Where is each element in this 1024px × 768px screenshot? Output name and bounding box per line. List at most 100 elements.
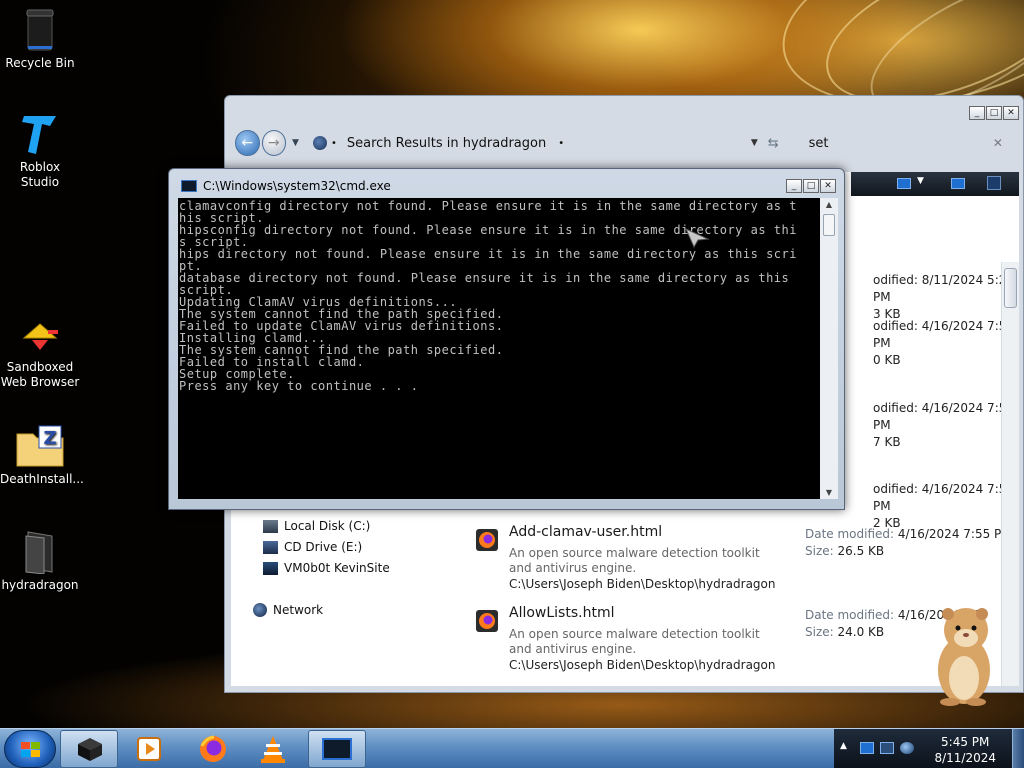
desktop-icon-roblox-studio[interactable]: Roblox Studio <box>0 112 80 190</box>
cmd-icon <box>181 180 197 192</box>
desktop-icon-hydradragon[interactable]: hydradragon <box>0 528 80 593</box>
desktop: Recycle Bin Roblox Studio Sandboxed Web … <box>0 0 1024 728</box>
forward-button[interactable]: → <box>261 130 287 156</box>
cmd-window[interactable]: C:\Windows\system32\cmd.exe _ □ ✕ clamav… <box>168 168 845 510</box>
windows-logo-icon <box>21 742 40 757</box>
result-path: C:\Users\Joseph Biden\Desktop\hydradrago… <box>509 658 776 672</box>
refresh-icon[interactable]: ⇆ <box>768 136 779 151</box>
address-row: ← → ▼ • Search Results in hydradragon • … <box>235 126 1017 160</box>
result-meta: Date modified: 4/16/2024 7:55 PM Size: 2… <box>805 526 1012 560</box>
date-label: Date modified: <box>805 527 895 541</box>
console-scrollbar[interactable]: ▲ ▼ <box>820 198 838 499</box>
cmd-title-bar[interactable]: C:\Windows\system32\cmd.exe <box>181 179 391 193</box>
explorer-caption-buttons: _ □ ✕ <box>969 106 1019 120</box>
nav-item-network[interactable]: Network <box>253 603 323 617</box>
firefox-icon <box>200 735 226 762</box>
taskbar: ▲ 5:45 PM 8/11/2024 <box>0 728 1024 768</box>
result-date: odified: 4/16/2024 7:55 PM <box>873 319 1014 350</box>
results-scrollbar[interactable] <box>1001 262 1019 686</box>
window-title: C:\Windows\system32\cmd.exe <box>203 179 391 193</box>
help-icon[interactable] <box>987 176 1001 190</box>
volume-icon[interactable] <box>900 742 914 754</box>
preview-pane-icon[interactable] <box>951 178 965 189</box>
address-bar[interactable]: • Search Results in hydradragon • ▼ <box>307 130 758 156</box>
result-date: odified: 4/16/2024 7:55 PM <box>873 482 1014 513</box>
minimize-button[interactable]: _ <box>969 106 985 120</box>
desktop-icon-label: DeathInstall... <box>0 472 84 486</box>
action-center-icon[interactable] <box>860 742 874 754</box>
scrollbar-thumb[interactable] <box>1004 268 1017 308</box>
minimize-button[interactable]: _ <box>786 179 802 193</box>
forward-arrow-icon: → <box>267 135 280 151</box>
result-date: odified: 4/16/2024 7:55 PM <box>873 401 1014 432</box>
breadcrumb-separator-icon: • <box>558 137 565 149</box>
nav-item-label: VM0b0t KevinSite <box>284 561 390 575</box>
console-output[interactable]: clamavconfig directory not found. Please… <box>178 198 828 499</box>
network-icon <box>253 603 267 617</box>
result-meta: odified: 8/11/2024 5:27 PM 3 KB <box>873 272 1019 323</box>
firefox-file-icon <box>476 610 498 632</box>
breadcrumb-separator-icon: • <box>330 137 337 149</box>
console-line: clamavconfig directory not found. Please… <box>179 199 797 213</box>
result-name: Add-clamav-user.html <box>509 524 663 540</box>
taskbar-item-explorer[interactable] <box>60 730 118 768</box>
zip-folder-icon: Z <box>16 425 64 467</box>
address-dropdown-icon[interactable]: ▼ <box>751 138 758 148</box>
roblox-studio-icon <box>22 116 56 154</box>
desktop-icon-label: Roblox Studio <box>19 160 61 189</box>
taskbar-item-firefox[interactable] <box>184 730 242 768</box>
date-label: Date modified: <box>805 608 895 622</box>
system-tray: ▲ 5:45 PM 8/11/2024 <box>834 729 1024 768</box>
console-line: hipsconfig directory not found. Please e… <box>179 223 797 237</box>
back-button[interactable]: ← <box>235 130 260 156</box>
scrollbar-thumb[interactable] <box>823 214 835 236</box>
start-button[interactable] <box>4 730 56 768</box>
close-button[interactable]: ✕ <box>820 179 836 193</box>
clock-date: 8/11/2024 <box>934 751 996 765</box>
desktop-icon-sandboxed-browser[interactable]: Sandboxed Web Browser <box>0 318 80 390</box>
view-toolbar: ▼ <box>851 172 1019 196</box>
taskbar-item-media-player[interactable] <box>120 730 178 768</box>
folder-icon <box>25 531 53 574</box>
nav-item-cd-drive[interactable]: CD Drive (E:) <box>263 540 362 554</box>
nav-item-local-disk[interactable]: Local Disk (C:) <box>263 519 370 533</box>
view-mode-icon[interactable] <box>897 178 911 189</box>
scroll-down-icon[interactable]: ▼ <box>820 488 838 497</box>
show-hidden-icons-icon[interactable]: ▲ <box>840 741 847 751</box>
show-desktop-button[interactable] <box>1012 729 1024 768</box>
clear-search-icon[interactable]: ✕ <box>993 136 1003 150</box>
mouse-cursor-icon <box>685 228 710 249</box>
desktop-icon-label: Recycle Bin <box>5 56 75 70</box>
clock[interactable]: 5:45 PM 8/11/2024 <box>934 734 996 766</box>
size-label: Size: <box>805 544 834 558</box>
black-box-icon <box>78 738 102 761</box>
result-meta: odified: 4/16/2024 7:55 PM 7 KB <box>873 400 1019 451</box>
view-dropdown-icon[interactable]: ▼ <box>917 176 924 186</box>
maximize-button[interactable]: □ <box>803 179 819 193</box>
size-label: Size: <box>805 625 834 639</box>
taskbar-item-vlc[interactable] <box>244 730 302 768</box>
result-date: odified: 8/11/2024 5:27 PM <box>873 273 1014 304</box>
cmd-caption-buttons: _ □ ✕ <box>786 179 836 193</box>
network-icon[interactable] <box>880 742 894 754</box>
breadcrumb[interactable]: Search Results in hydradragon <box>347 136 546 151</box>
nav-item-vm[interactable]: VM0b0t KevinSite <box>263 561 390 575</box>
taskbar-item-cmd[interactable] <box>308 730 366 768</box>
result-size: 24.0 KB <box>837 625 885 639</box>
console-line: Press any key to continue . . . <box>179 379 419 393</box>
recent-pages-chevron-icon[interactable]: ▼ <box>292 138 299 148</box>
desktop-icon-label: Sandboxed Web Browser <box>0 360 80 389</box>
close-button[interactable]: ✕ <box>1003 106 1019 120</box>
desktop-icon-recycle-bin[interactable]: Recycle Bin <box>0 8 80 71</box>
scroll-up-icon[interactable]: ▲ <box>820 200 838 209</box>
cd-drive-icon <box>263 540 278 554</box>
maximize-button[interactable]: □ <box>986 106 1002 120</box>
cmd-icon <box>322 738 352 760</box>
result-name: AllowLists.html <box>509 605 615 621</box>
result-size: 7 KB <box>873 435 901 449</box>
desktop-icon-deathinstall[interactable]: Z DeathInstall... <box>0 424 84 487</box>
back-arrow-icon: ← <box>241 135 254 151</box>
network-drive-icon <box>263 561 278 575</box>
search-input[interactable]: set ✕ <box>801 130 1017 156</box>
search-value: set <box>808 135 829 151</box>
